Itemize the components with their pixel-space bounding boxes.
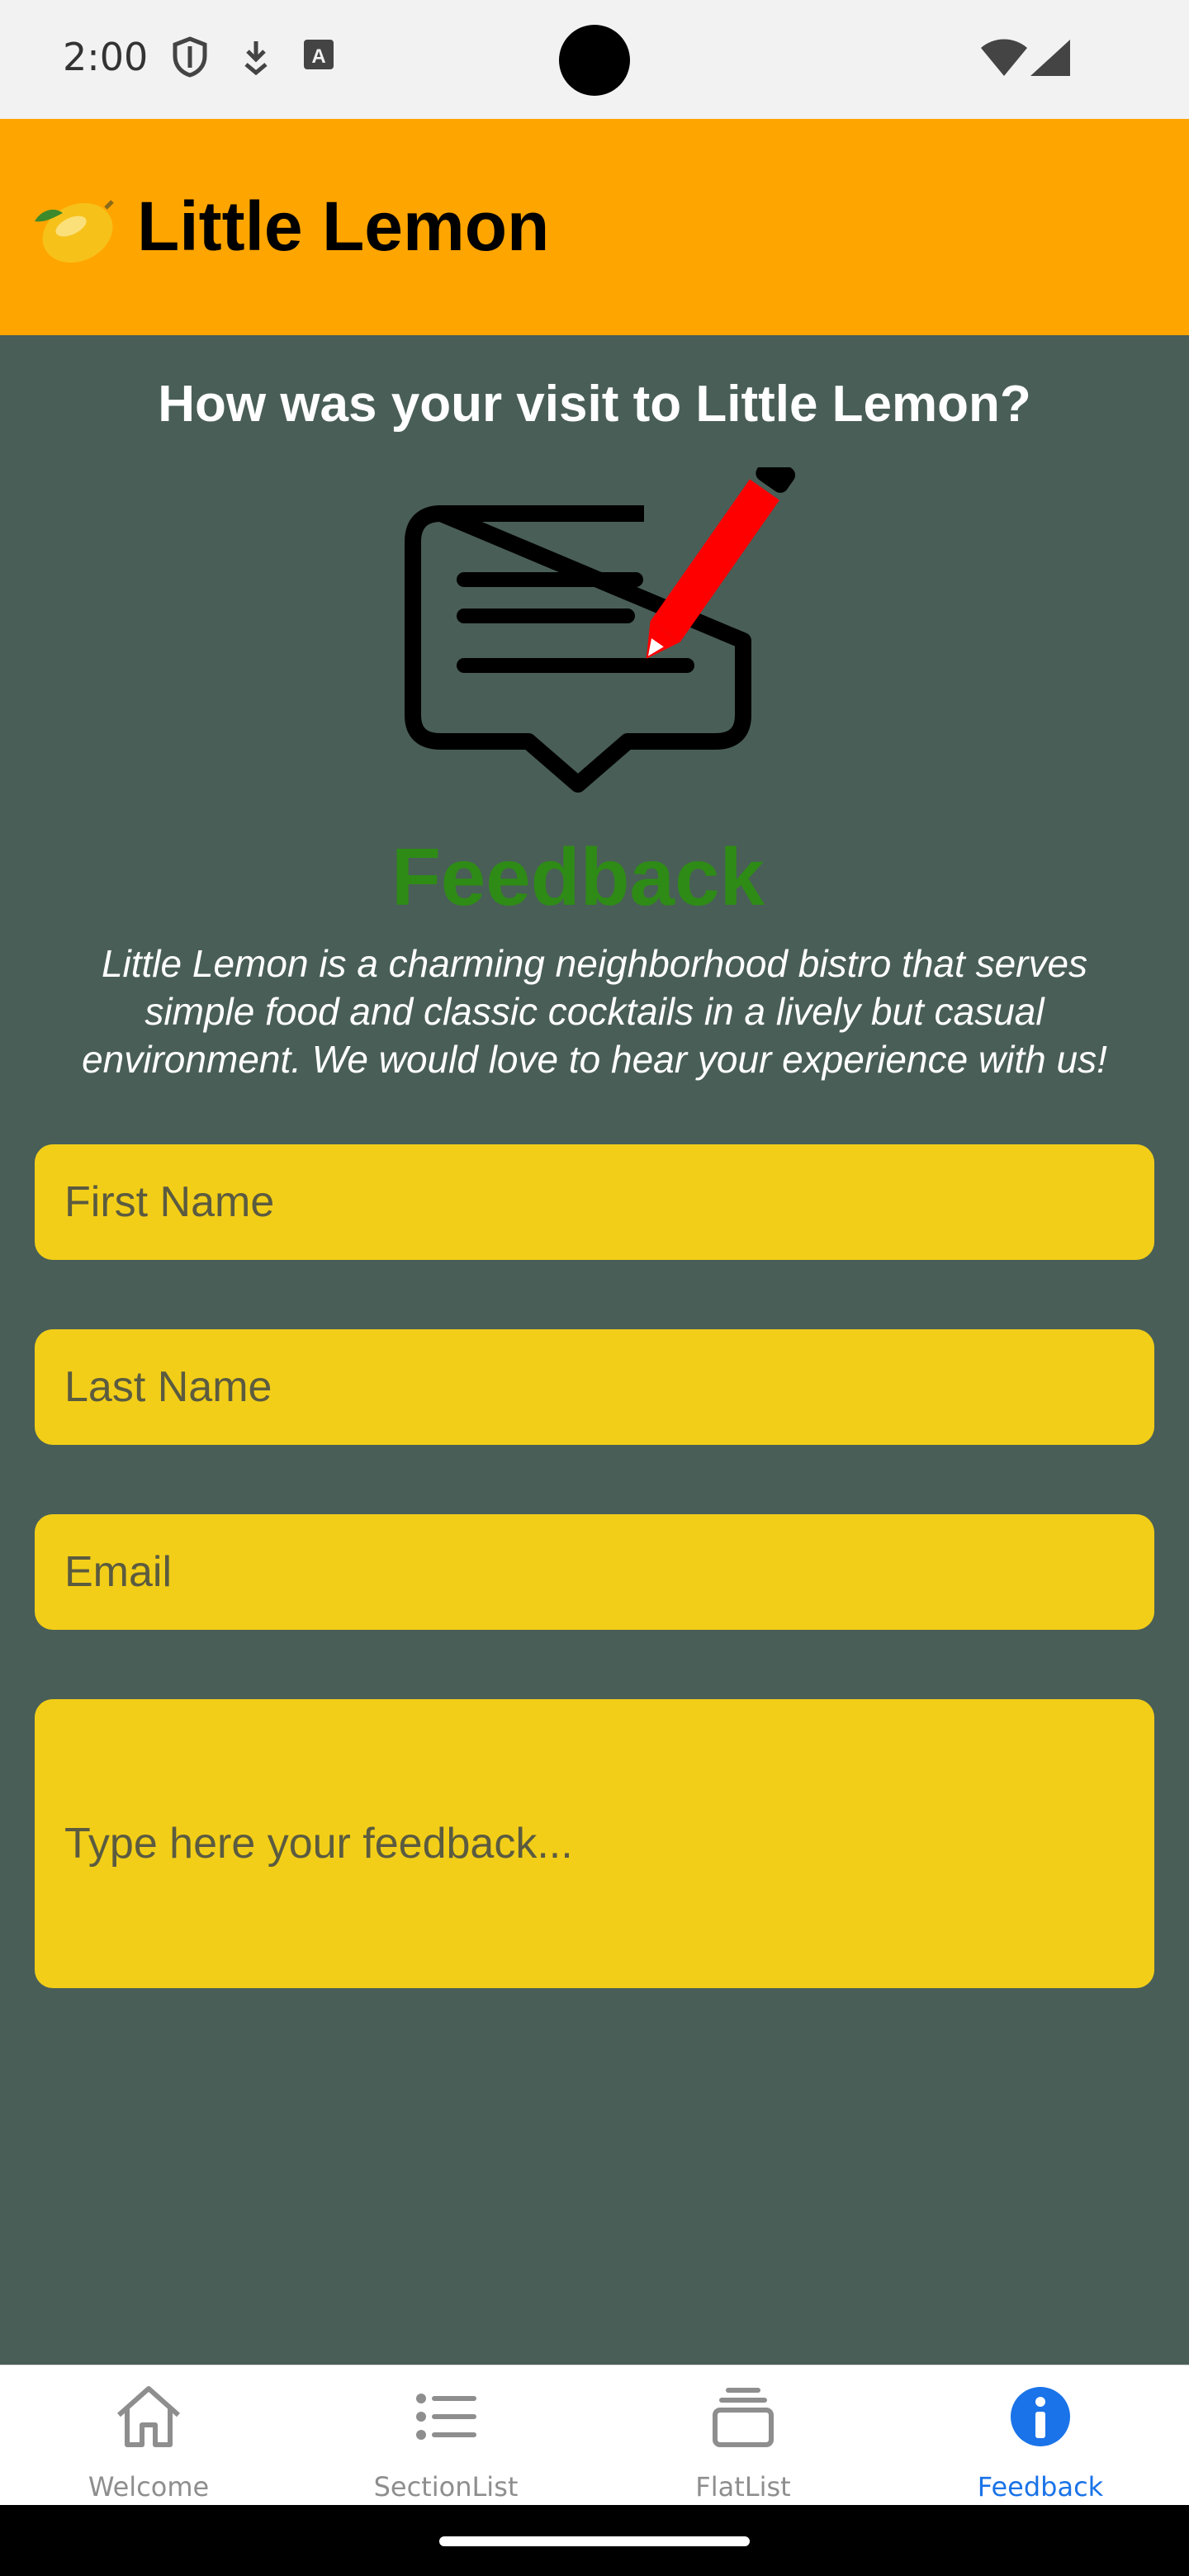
feedback-art-word: Feedback xyxy=(391,831,765,922)
app-header: Little Lemon xyxy=(0,119,1189,335)
status-time: 2:00 xyxy=(63,35,149,79)
tab-label: FlatList xyxy=(695,2471,791,2503)
download-icon xyxy=(239,36,272,82)
wifi-icon xyxy=(979,38,1029,82)
first-name-input[interactable]: First Name xyxy=(35,1144,1154,1260)
feedback-illustration xyxy=(388,455,801,835)
lemon-icon xyxy=(30,190,117,273)
front-camera xyxy=(559,25,630,96)
status-bar: 2:00 A xyxy=(0,0,1189,119)
signal-icon xyxy=(1029,38,1072,82)
app-title: Little Lemon xyxy=(137,187,550,265)
tab-label: Feedback xyxy=(977,2471,1104,2503)
svg-text:A: A xyxy=(311,45,325,68)
feedback-question: How was your visit to Little Lemon? xyxy=(158,376,1031,433)
bottom-tab-bar: Welcome SectionList FlatList Feedback xyxy=(0,2365,1189,2505)
tab-label: Welcome xyxy=(88,2471,210,2503)
shield-icon xyxy=(172,36,208,82)
info-icon xyxy=(1006,2382,1075,2455)
tab-welcome[interactable]: Welcome xyxy=(0,2365,297,2506)
stack-icon xyxy=(708,2382,778,2455)
email-input[interactable]: Email xyxy=(35,1514,1154,1630)
last-name-input[interactable]: Last Name xyxy=(35,1329,1154,1445)
keyboard-icon: A xyxy=(302,36,335,77)
tab-flatlist[interactable]: FlatList xyxy=(594,2365,892,2506)
tab-label: SectionList xyxy=(373,2471,519,2503)
tab-feedback[interactable]: Feedback xyxy=(892,2365,1189,2506)
tab-sectionlist[interactable]: SectionList xyxy=(297,2365,594,2506)
feedback-screen: How was your visit to Little Lemon? Feed… xyxy=(0,335,1189,2365)
home-gesture-handle[interactable] xyxy=(439,2536,750,2546)
system-nav-bar xyxy=(0,2505,1189,2576)
feedback-message-input[interactable]: Type here your feedback... xyxy=(35,1699,1154,1988)
feedback-speech-bubble-icon xyxy=(405,455,796,793)
home-icon xyxy=(114,2382,183,2455)
intro-text: Little Lemon is a charming neighborhood … xyxy=(82,942,1107,1081)
list-icon xyxy=(411,2382,481,2455)
